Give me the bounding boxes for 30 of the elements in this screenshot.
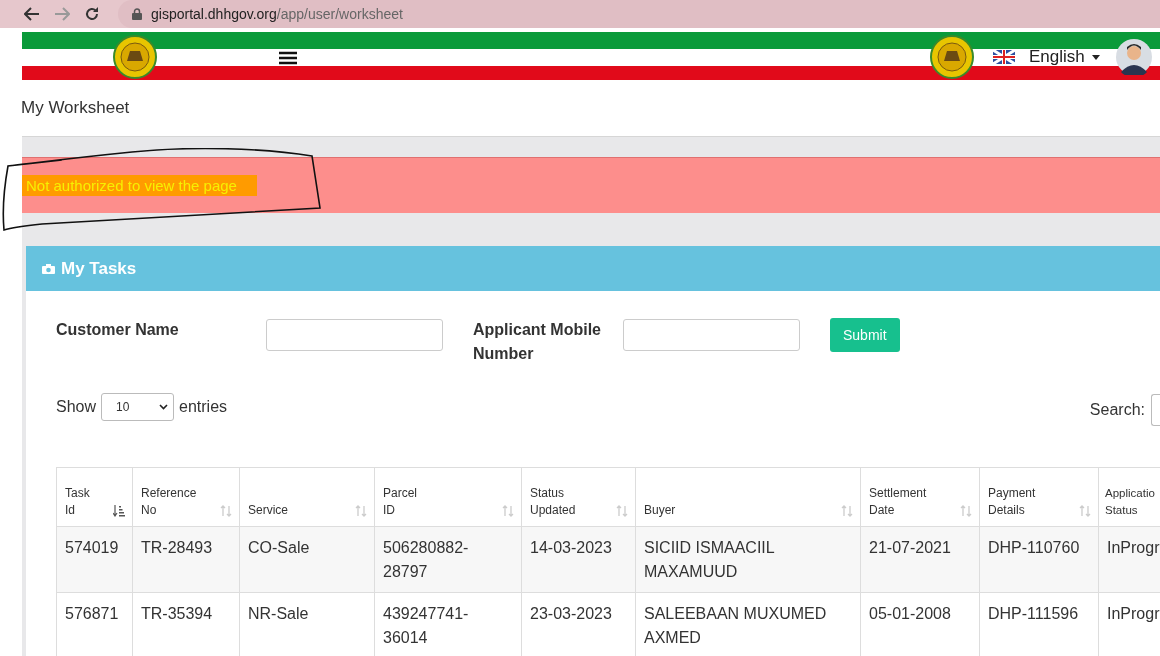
filter-label: Customer Name (56, 320, 180, 340)
table-cell: 439247741-36014 (375, 593, 522, 656)
table-cell: DHP-111596 (980, 593, 1099, 656)
table-cell: InProgr (1099, 527, 1160, 592)
address-bar[interactable]: gisportal.dhhgov.org/app/user/worksheet (118, 0, 1160, 28)
filter-label: Applicant Mobile Number (473, 320, 602, 364)
table-cell: 14-03-2023 (522, 527, 636, 592)
page-title: My Worksheet (21, 98, 131, 119)
table-cell: SALEEBAAN MUXUMED AXMED (636, 593, 861, 656)
table-cell: SICIID ISMAACIIL MAXAMUUD (636, 527, 861, 592)
table-cell: 574019 (57, 527, 133, 592)
table-cell: 23-03-2023 (522, 593, 636, 656)
table-cell: DHP-110760 (980, 527, 1099, 592)
alert-message: Not authorized to view the page (22, 175, 257, 196)
entries-label: entries (179, 398, 228, 416)
table-cell: 21-07-2021 (861, 527, 980, 592)
table-cell: CO-Sale (240, 527, 375, 592)
language-dropdown[interactable]: English (1029, 47, 1100, 67)
show-label: Show (56, 398, 97, 416)
entries-select[interactable]: 10 (101, 393, 175, 421)
search-label: Search: (1089, 401, 1145, 419)
table-cell: 05-01-2008 (861, 593, 980, 656)
table-cell: TR-28493 (133, 527, 240, 592)
panel-title: My Tasks (61, 258, 137, 279)
url-text: gisportal.dhhgov.org/app/user/worksheet (151, 6, 403, 22)
table-cell: TR-35394 (133, 593, 240, 656)
table-cell: 576871 (57, 593, 133, 656)
table-cell: InProgr (1099, 593, 1160, 656)
table-cell: 506280882-28797 (375, 527, 522, 592)
table-cell: NR-Sale (240, 593, 375, 656)
